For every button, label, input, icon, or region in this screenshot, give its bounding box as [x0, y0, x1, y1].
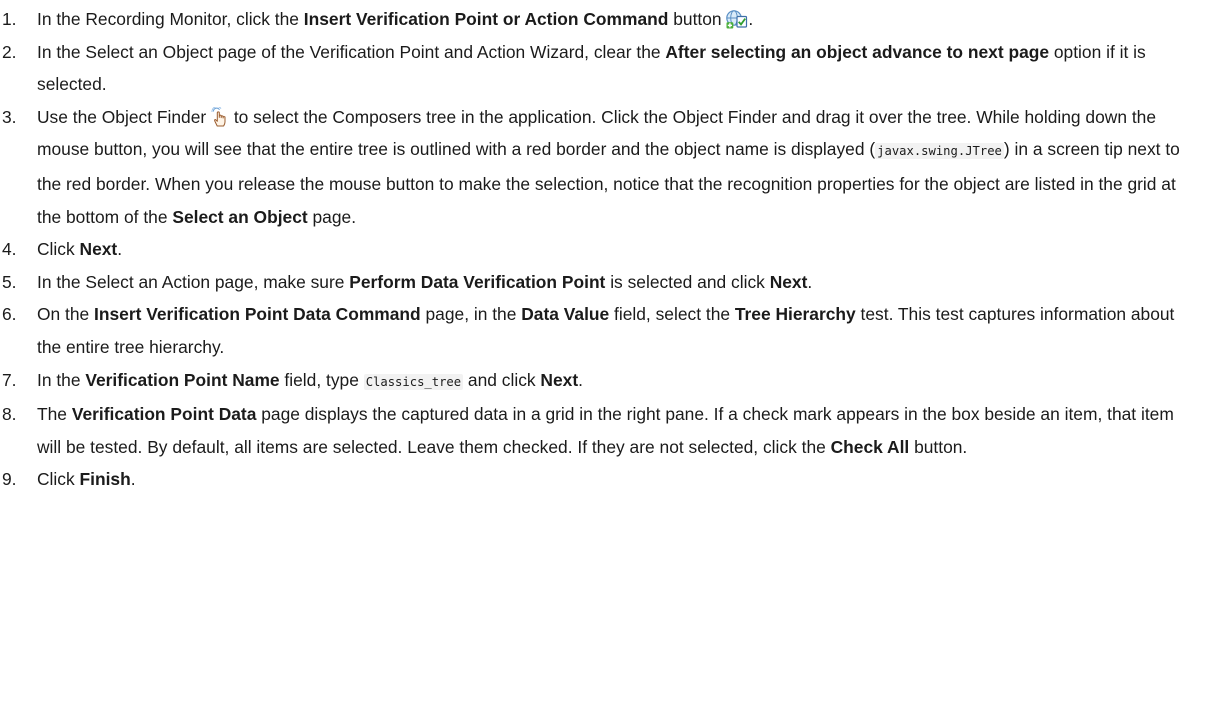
step-number: 7.: [2, 369, 17, 390]
step-number: 6.: [2, 304, 17, 325]
advance-option-name: After selecting an object advance to nex…: [665, 41, 1050, 62]
tree-hierarchy-test-name: Tree Hierarchy: [734, 304, 856, 325]
select-an-object-page-name: Select an Object: [172, 206, 308, 227]
step-number: 9.: [2, 469, 17, 490]
vp-name-field-name: Verification Point Name: [85, 369, 280, 390]
step-number: 8.: [2, 404, 17, 425]
next-button-name: Next: [769, 271, 808, 292]
data-value-field-name: Data Value: [521, 304, 610, 325]
step-number: 4.: [2, 239, 17, 260]
object-finder-hand-icon: [211, 106, 229, 127]
procedure-steps: 1. In the Recording Monitor, click the In…: [0, 0, 1200, 496]
step-7: 7. In the Verification Point Name field, …: [0, 364, 1200, 399]
insert-verification-point-icon: [726, 9, 748, 29]
step-6: 6. On the Insert Verification Point Data …: [0, 298, 1200, 363]
step-number: 1.: [2, 9, 17, 29]
perform-data-vp-option-name: Perform Data Verification Point: [349, 271, 606, 292]
next-button-name: Next: [540, 369, 579, 390]
insert-verification-point-command: Insert Verification Point or Action Comm…: [303, 9, 669, 29]
step-1: 1. In the Recording Monitor, click the In…: [0, 3, 1200, 36]
step-3: 3. Use the Object Finder to select the Co…: [0, 101, 1200, 233]
step-number: 2.: [2, 41, 17, 62]
step-5: 5. In the Select an Action page, make sur…: [0, 266, 1200, 299]
step-number: 5.: [2, 271, 17, 292]
step-2: 2. In the Select an Object page of the Ve…: [0, 36, 1200, 101]
step-8: 8. The Verification Point Data page displ…: [0, 398, 1200, 463]
insert-vp-data-command-page-name: Insert Verification Point Data Command: [94, 304, 421, 325]
code-vp-name: Classics_tree: [363, 373, 464, 390]
next-button-name: Next: [79, 239, 118, 260]
step-4: 4. Click Next.: [0, 233, 1200, 266]
vp-data-page-name: Verification Point Data: [71, 404, 257, 425]
finish-button-name: Finish: [79, 469, 131, 490]
step-number: 3.: [2, 106, 17, 127]
code-class-name: javax.swing.JTree: [875, 143, 1004, 160]
step-9: 9. Click Finish.: [0, 463, 1200, 496]
check-all-button-name: Check All: [830, 436, 910, 457]
